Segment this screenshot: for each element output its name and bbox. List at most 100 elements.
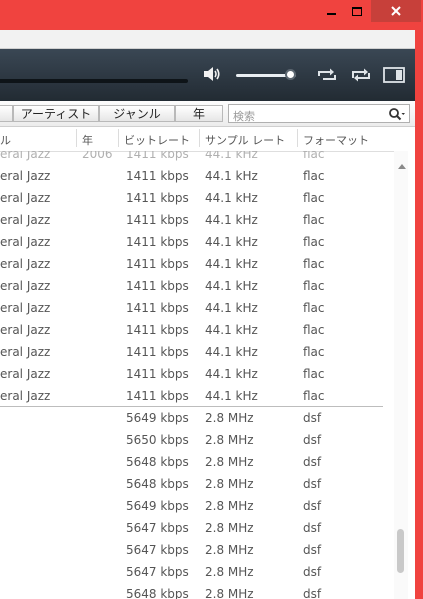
maximize-icon[interactable]	[344, 0, 370, 22]
column-bitrate[interactable]: ビットレート	[124, 132, 190, 148]
minimize-icon[interactable]	[318, 0, 344, 22]
cell-sample-rate: 44.1 kHz	[205, 279, 258, 293]
speaker-icon[interactable]	[202, 64, 222, 84]
cell-bitrate: 5647 kbps	[126, 565, 189, 579]
scroll-up-icon[interactable]	[397, 155, 407, 174]
cell-sample-rate: 2.8 MHz	[205, 433, 254, 447]
cell-format: flac	[303, 345, 325, 359]
cell-genre: eral Jazz	[0, 389, 51, 403]
cell-bitrate: 1411 kbps	[126, 151, 189, 161]
cell-bitrate: 5648 kbps	[126, 587, 189, 599]
table-row[interactable]: 5647 kbps 2.8 MHz dsf	[0, 561, 395, 583]
filter-year-button[interactable]: 年	[175, 105, 223, 122]
cell-bitrate: 1411 kbps	[126, 323, 189, 337]
cell-format: flac	[303, 169, 325, 183]
sidebar-view-icon[interactable]	[382, 65, 406, 85]
cell-genre: eral Jazz	[0, 257, 51, 271]
cell-format: flac	[303, 367, 325, 381]
cell-format: dsf	[303, 587, 322, 599]
cell-bitrate: 1411 kbps	[126, 367, 189, 381]
cell-genre: eral Jazz	[0, 151, 51, 161]
search-box[interactable]	[228, 104, 410, 123]
cell-format: dsf	[303, 433, 322, 447]
cell-bitrate: 1411 kbps	[126, 257, 189, 271]
volume-slider[interactable]	[236, 69, 300, 80]
cell-bitrate: 5647 kbps	[126, 521, 189, 535]
table-row[interactable]: 5649 kbps 2.8 MHz dsf	[0, 407, 395, 429]
volume-knob[interactable]	[285, 69, 296, 80]
column-divider[interactable]	[76, 129, 77, 147]
menu-strip	[0, 30, 415, 49]
cell-sample-rate: 2.8 MHz	[205, 587, 254, 599]
cell-genre: eral Jazz	[0, 191, 51, 205]
cell-bitrate: 1411 kbps	[126, 389, 189, 403]
cell-sample-rate: 2.8 MHz	[205, 543, 254, 557]
table-row[interactable]: 5650 kbps 2.8 MHz dsf	[0, 429, 395, 451]
cell-bitrate: 1411 kbps	[126, 345, 189, 359]
column-format[interactable]: フォーマット	[303, 132, 369, 148]
table-row[interactable]: 5648 kbps 2.8 MHz dsf	[0, 451, 395, 473]
table-row[interactable]: eral Jazz 1411 kbps 44.1 kHz flac	[0, 253, 395, 275]
table-row[interactable]: 5648 kbps 2.8 MHz dsf	[0, 583, 395, 599]
cell-format: dsf	[303, 521, 322, 535]
column-divider[interactable]	[199, 129, 200, 147]
cell-format: dsf	[303, 477, 322, 491]
cell-year: 2006	[82, 151, 113, 161]
cell-sample-rate: 44.1 kHz	[205, 345, 258, 359]
playback-progress[interactable]	[0, 79, 188, 83]
filter-artist-button[interactable]: アーティスト	[13, 105, 99, 122]
search-input[interactable]	[229, 108, 373, 123]
scrollbar-thumb[interactable]	[397, 529, 404, 573]
table-row[interactable]: eral Jazz 1411 kbps 44.1 kHz flac	[0, 341, 395, 363]
table-row[interactable]: eral Jazz 1411 kbps 44.1 kHz flac	[0, 165, 395, 187]
column-sample-rate[interactable]: サンプル レート	[205, 132, 285, 148]
cell-bitrate: 1411 kbps	[126, 213, 189, 227]
cell-bitrate: 1411 kbps	[126, 191, 189, 205]
cell-format: dsf	[303, 411, 322, 425]
table-row[interactable]: 5649 kbps 2.8 MHz dsf	[0, 495, 395, 517]
cell-sample-rate: 44.1 kHz	[205, 257, 258, 271]
cell-bitrate: 1411 kbps	[126, 279, 189, 293]
track-list: eral Jazz 2006 1411 kbps 44.1 kHz flac e…	[0, 151, 395, 599]
cell-format: flac	[303, 389, 325, 403]
cell-sample-rate: 44.1 kHz	[205, 367, 258, 381]
cell-sample-rate: 44.1 kHz	[205, 235, 258, 249]
table-row[interactable]: eral Jazz 1411 kbps 44.1 kHz flac	[0, 231, 395, 253]
column-year[interactable]: 年	[82, 132, 93, 148]
table-row[interactable]: eral Jazz 1411 kbps 44.1 kHz flac	[0, 319, 395, 341]
cell-sample-rate: 44.1 kHz	[205, 301, 258, 315]
filter-button-partial[interactable]	[0, 105, 13, 122]
cell-genre: eral Jazz	[0, 345, 51, 359]
cell-format: flac	[303, 235, 325, 249]
table-row[interactable]: 5647 kbps 2.8 MHz dsf	[0, 517, 395, 539]
cell-format: flac	[303, 301, 325, 315]
table-row[interactable]: eral Jazz 1411 kbps 44.1 kHz flac	[0, 209, 395, 231]
table-row[interactable]: eral Jazz 1411 kbps 44.1 kHz flac	[0, 297, 395, 319]
cell-bitrate: 1411 kbps	[126, 169, 189, 183]
table-row-partial[interactable]: eral Jazz 2006 1411 kbps 44.1 kHz flac	[0, 151, 395, 165]
table-row[interactable]: eral Jazz 1411 kbps 44.1 kHz flac	[0, 385, 395, 407]
search-icon[interactable]	[388, 106, 406, 125]
cell-bitrate: 5648 kbps	[126, 477, 189, 491]
column-genre[interactable]: ル	[0, 132, 11, 148]
shuffle-icon[interactable]	[350, 65, 372, 85]
table-row[interactable]: 5648 kbps 2.8 MHz dsf	[0, 473, 395, 495]
table-row[interactable]: 5647 kbps 2.8 MHz dsf	[0, 539, 395, 561]
repeat-icon[interactable]	[316, 65, 338, 85]
cell-bitrate: 1411 kbps	[126, 235, 189, 249]
cell-sample-rate: 2.8 MHz	[205, 411, 254, 425]
cell-sample-rate: 44.1 kHz	[205, 191, 258, 205]
cell-bitrate: 5649 kbps	[126, 411, 189, 425]
column-divider[interactable]	[297, 129, 298, 147]
table-row[interactable]: eral Jazz 1411 kbps 44.1 kHz flac	[0, 187, 395, 209]
cell-sample-rate: 44.1 kHz	[205, 213, 258, 227]
cell-bitrate: 5649 kbps	[126, 499, 189, 513]
table-row[interactable]: eral Jazz 1411 kbps 44.1 kHz flac	[0, 363, 395, 385]
close-icon[interactable]	[371, 0, 421, 22]
filter-genre-button[interactable]: ジャンル	[99, 105, 175, 122]
cell-sample-rate: 44.1 kHz	[205, 169, 258, 183]
cell-format: dsf	[303, 499, 322, 513]
player-bar	[0, 49, 415, 101]
table-row[interactable]: eral Jazz 1411 kbps 44.1 kHz flac	[0, 275, 395, 297]
column-divider[interactable]	[118, 129, 119, 147]
